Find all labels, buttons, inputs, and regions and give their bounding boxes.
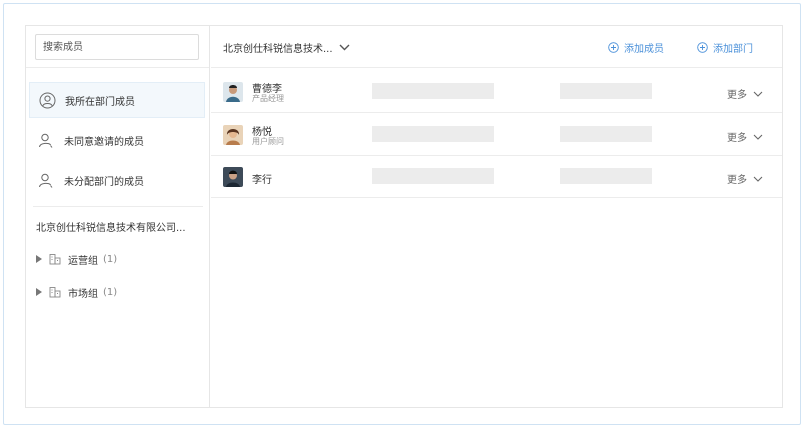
group-label: 市场组 xyxy=(68,288,98,300)
app-frame: 我所在部门成员 未同意邀请的成员 xyxy=(3,3,801,425)
nav-item-my-department[interactable]: 我所在部门成员 xyxy=(29,82,205,118)
more-dropdown[interactable]: 更多 xyxy=(727,171,763,186)
user-pending-icon xyxy=(38,132,55,149)
placeholder-bar xyxy=(560,168,652,184)
search-bar xyxy=(26,26,209,68)
chevron-down-icon xyxy=(339,44,350,51)
department-select-label: 北京创仕科锐信息技术... xyxy=(223,44,333,55)
nav-item-unassigned[interactable]: 未分配部门的成员 xyxy=(29,162,205,198)
department-select[interactable]: 北京创仕科锐信息技术... xyxy=(223,40,350,55)
nav-item-label: 我所在部门成员 xyxy=(65,96,135,108)
member-panel: 我所在部门成员 未同意邀请的成员 xyxy=(25,25,783,408)
avatar xyxy=(223,167,243,187)
member-row[interactable]: 杨悦 用户顾问 更多 xyxy=(211,114,782,156)
sidebar: 我所在部门成员 未同意邀请的成员 xyxy=(26,26,210,407)
more-label: 更多 xyxy=(727,133,747,144)
placeholder-bar xyxy=(372,168,494,184)
search-input[interactable] xyxy=(35,34,199,60)
user-unassigned-icon xyxy=(38,172,55,189)
avatar xyxy=(223,82,243,102)
member-role: 产品经理 xyxy=(252,94,284,103)
plus-circle-icon xyxy=(697,42,708,53)
placeholder-bar xyxy=(372,126,494,142)
member-role: 用户顾问 xyxy=(252,137,284,146)
member-list-area: 北京创仕科锐信息技术... 添加成员 添加部门 曹德李 产品经理 更多 杨悦 用… xyxy=(211,26,782,407)
plus-circle-icon xyxy=(608,42,619,53)
member-list-header: 北京创仕科锐信息技术... 添加成员 添加部门 xyxy=(211,26,782,68)
expand-triangle-icon[interactable] xyxy=(36,255,42,263)
group-count: (1) xyxy=(103,286,118,298)
nav-item-pending-invites[interactable]: 未同意邀请的成员 xyxy=(29,122,205,158)
add-member-label: 添加成员 xyxy=(624,44,664,55)
avatar xyxy=(223,125,243,145)
placeholder-bar xyxy=(372,83,494,99)
more-label: 更多 xyxy=(727,90,747,101)
chevron-down-icon xyxy=(753,91,763,97)
more-dropdown[interactable]: 更多 xyxy=(727,86,763,101)
expand-triangle-icon[interactable] xyxy=(36,288,42,296)
company-name[interactable]: 北京创仕科锐信息技术有限公司... xyxy=(36,219,186,234)
more-dropdown[interactable]: 更多 xyxy=(727,129,763,144)
placeholder-bar xyxy=(560,83,652,99)
add-department-label: 添加部门 xyxy=(713,44,753,55)
group-count: (1) xyxy=(103,253,118,265)
placeholder-bar xyxy=(560,126,652,142)
sidebar-divider xyxy=(33,206,203,207)
chevron-down-icon xyxy=(753,176,763,182)
chevron-down-icon xyxy=(753,134,763,140)
group-marketing[interactable]: 市场组 (1) xyxy=(36,284,117,300)
building-icon xyxy=(49,286,61,298)
add-department-button[interactable]: 添加部门 xyxy=(697,40,753,55)
more-label: 更多 xyxy=(727,175,747,186)
member-row[interactable]: 曹德李 产品经理 更多 xyxy=(211,71,782,113)
add-member-button[interactable]: 添加成员 xyxy=(608,40,664,55)
nav-item-label: 未分配部门的成员 xyxy=(64,176,144,188)
member-row[interactable]: 李行 更多 xyxy=(211,156,782,198)
nav-item-label: 未同意邀请的成员 xyxy=(64,136,144,148)
member-name: 李行 xyxy=(252,175,272,186)
user-circle-icon xyxy=(39,92,56,109)
group-label: 运营组 xyxy=(68,255,98,267)
building-icon xyxy=(49,253,61,265)
group-operations[interactable]: 运营组 (1) xyxy=(36,251,117,267)
